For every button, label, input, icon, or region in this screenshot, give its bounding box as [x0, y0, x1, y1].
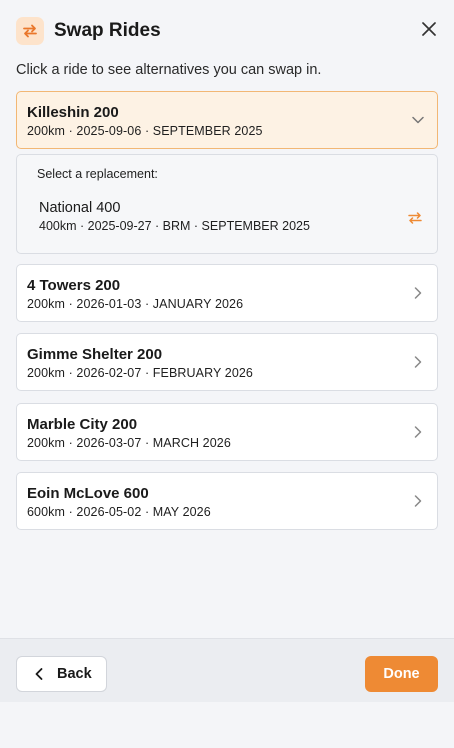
chevron-right-icon: [411, 494, 425, 508]
replacement-panel: Select a replacement: National 400 400km…: [16, 154, 438, 254]
replacement-option-meta: 400km · 2025-09-27 · BRM · SEPTEMBER 202…: [39, 219, 310, 233]
chevron-right-icon: [411, 425, 425, 439]
swap-arrows-icon: [16, 17, 44, 45]
chevron-down-icon: [411, 113, 425, 127]
ride-name: Killeshin 200: [27, 104, 119, 121]
chevron-left-icon: [35, 668, 43, 680]
ride-card[interactable]: 4 Towers 200 200km · 2026-01-03 · JANUAR…: [16, 264, 438, 322]
ride-card[interactable]: Marble City 200 200km · 2026-03-07 · MAR…: [16, 403, 438, 461]
chevron-right-icon: [411, 286, 425, 300]
bottom-strip: [0, 702, 454, 748]
ride-card-selected[interactable]: Killeshin 200 200km · 2025-09-06 · SEPTE…: [16, 91, 438, 149]
replacement-option-name: National 400: [39, 200, 121, 216]
dialog-title: Swap Rides: [54, 20, 161, 41]
ride-card[interactable]: Gimme Shelter 200 200km · 2026-02-07 · F…: [16, 333, 438, 391]
done-button-label: Done: [383, 666, 420, 682]
ride-name: Marble City 200: [27, 416, 138, 433]
ride-meta: 200km · 2026-01-03 · JANUARY 2026: [27, 297, 244, 311]
done-button[interactable]: Done: [365, 656, 438, 692]
chevron-right-icon: [411, 355, 425, 369]
ride-meta: 600km · 2026-05-02 · MAY 2026: [27, 505, 211, 519]
dialog-header: Swap Rides: [0, 0, 454, 62]
replacement-option[interactable]: National 400 400km · 2025-09-27 · BRM · …: [29, 191, 425, 243]
swap-icon: [407, 211, 423, 225]
replacement-label: Select a replacement:: [37, 167, 158, 181]
dialog-footer: Back Done: [0, 638, 454, 702]
ride-meta: 200km · 2026-02-07 · FEBRUARY 2026: [27, 366, 253, 380]
ride-meta: 200km · 2026-03-07 · MARCH 2026: [27, 436, 231, 450]
ride-meta: 200km · 2025-09-06 · SEPTEMBER 2025: [27, 124, 263, 138]
ride-name: 4 Towers 200: [27, 277, 121, 294]
ride-name: Gimme Shelter 200: [27, 346, 163, 363]
close-icon: [422, 22, 436, 36]
close-button[interactable]: [420, 20, 438, 38]
back-button[interactable]: Back: [16, 656, 107, 692]
ride-name: Eoin McLove 600: [27, 485, 149, 502]
ride-card[interactable]: Eoin McLove 600 600km · 2026-05-02 · MAY…: [16, 472, 438, 530]
intro-text: Click a ride to see alternatives you can…: [16, 62, 322, 78]
back-button-label: Back: [57, 666, 92, 682]
